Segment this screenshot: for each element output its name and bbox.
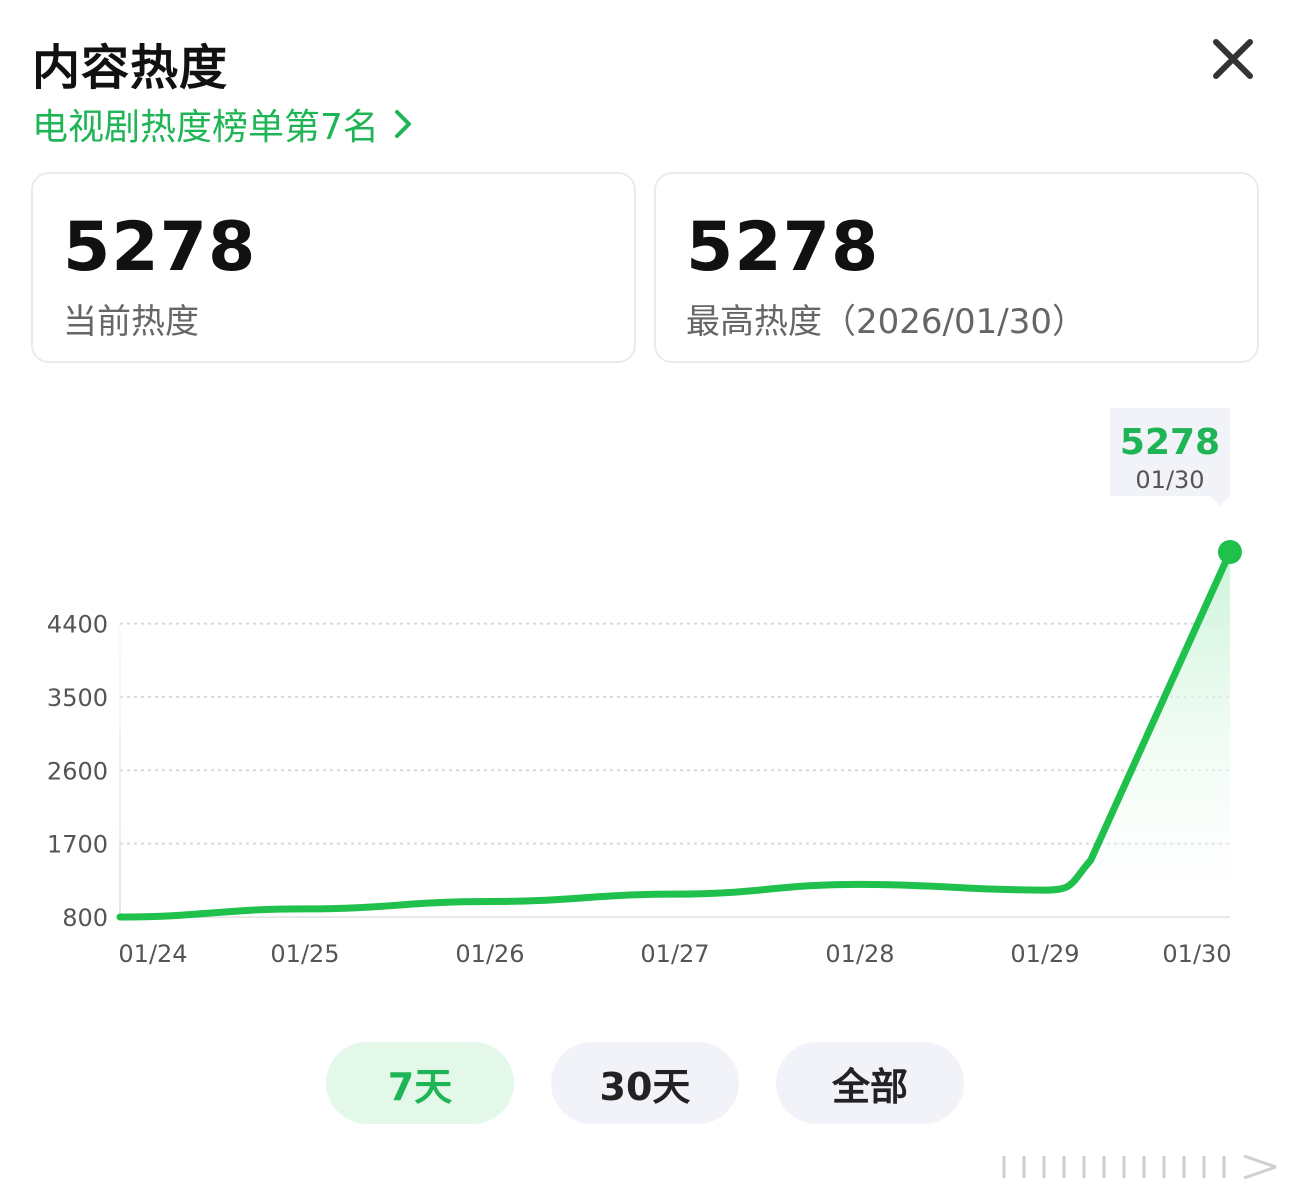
x-tick-label: 01/29 xyxy=(1010,940,1079,968)
y-tick-label: 2600 xyxy=(47,757,108,785)
rank-link[interactable]: 电视剧热度榜单第7名 xyxy=(32,98,413,150)
heat-trend-chart[interactable]: 4400 3500 2600 1700 800 01/24 01/25 01/26 01/27… xyxy=(0,390,1290,980)
current-heat-card: 5278 当前热度 xyxy=(31,172,636,363)
area-fill xyxy=(120,552,1230,917)
scroll-handle-icon xyxy=(1002,1154,1277,1180)
tooltip-date: 01/30 xyxy=(1135,466,1204,494)
highest-heat-label: 最高热度（2026/01/30） xyxy=(686,302,1086,342)
close-icon xyxy=(1213,39,1253,79)
current-heat-value: 5278 xyxy=(63,208,257,287)
x-tick-label: 01/24 xyxy=(118,940,187,968)
range-tab-7d[interactable]: 7天 xyxy=(326,1042,514,1124)
x-tick-label: 01/27 xyxy=(640,940,709,968)
x-tick-label: 01/26 xyxy=(455,940,524,968)
highlight-point xyxy=(1218,540,1242,564)
y-tick-label: 4400 xyxy=(47,611,108,639)
rank-link-label: 电视剧热度榜单第7名 xyxy=(32,107,379,148)
range-tab-all[interactable]: 全部 xyxy=(776,1042,964,1124)
y-axis-line xyxy=(119,570,121,918)
current-heat-label: 当前热度 xyxy=(63,302,199,342)
y-tick-label: 800 xyxy=(62,904,108,932)
x-tick-label: 01/30 xyxy=(1162,940,1231,968)
highest-heat-value: 5278 xyxy=(686,208,880,287)
tooltip: 5278 01/30 xyxy=(1110,408,1230,506)
series-line xyxy=(116,548,1234,921)
range-tab-30d[interactable]: 30天 xyxy=(551,1042,739,1124)
y-tick-label: 1700 xyxy=(47,831,108,859)
highest-heat-card: 5278 最高热度（2026/01/30） xyxy=(654,172,1259,363)
close-button[interactable] xyxy=(1206,32,1260,86)
y-tick-label: 3500 xyxy=(47,684,108,712)
header-title: 内容热度 xyxy=(32,40,229,96)
x-tick-label: 01/28 xyxy=(825,940,894,968)
x-tick-label: 01/25 xyxy=(270,940,339,968)
tooltip-value: 5278 xyxy=(1120,422,1220,463)
chevron-right-icon xyxy=(394,110,411,138)
